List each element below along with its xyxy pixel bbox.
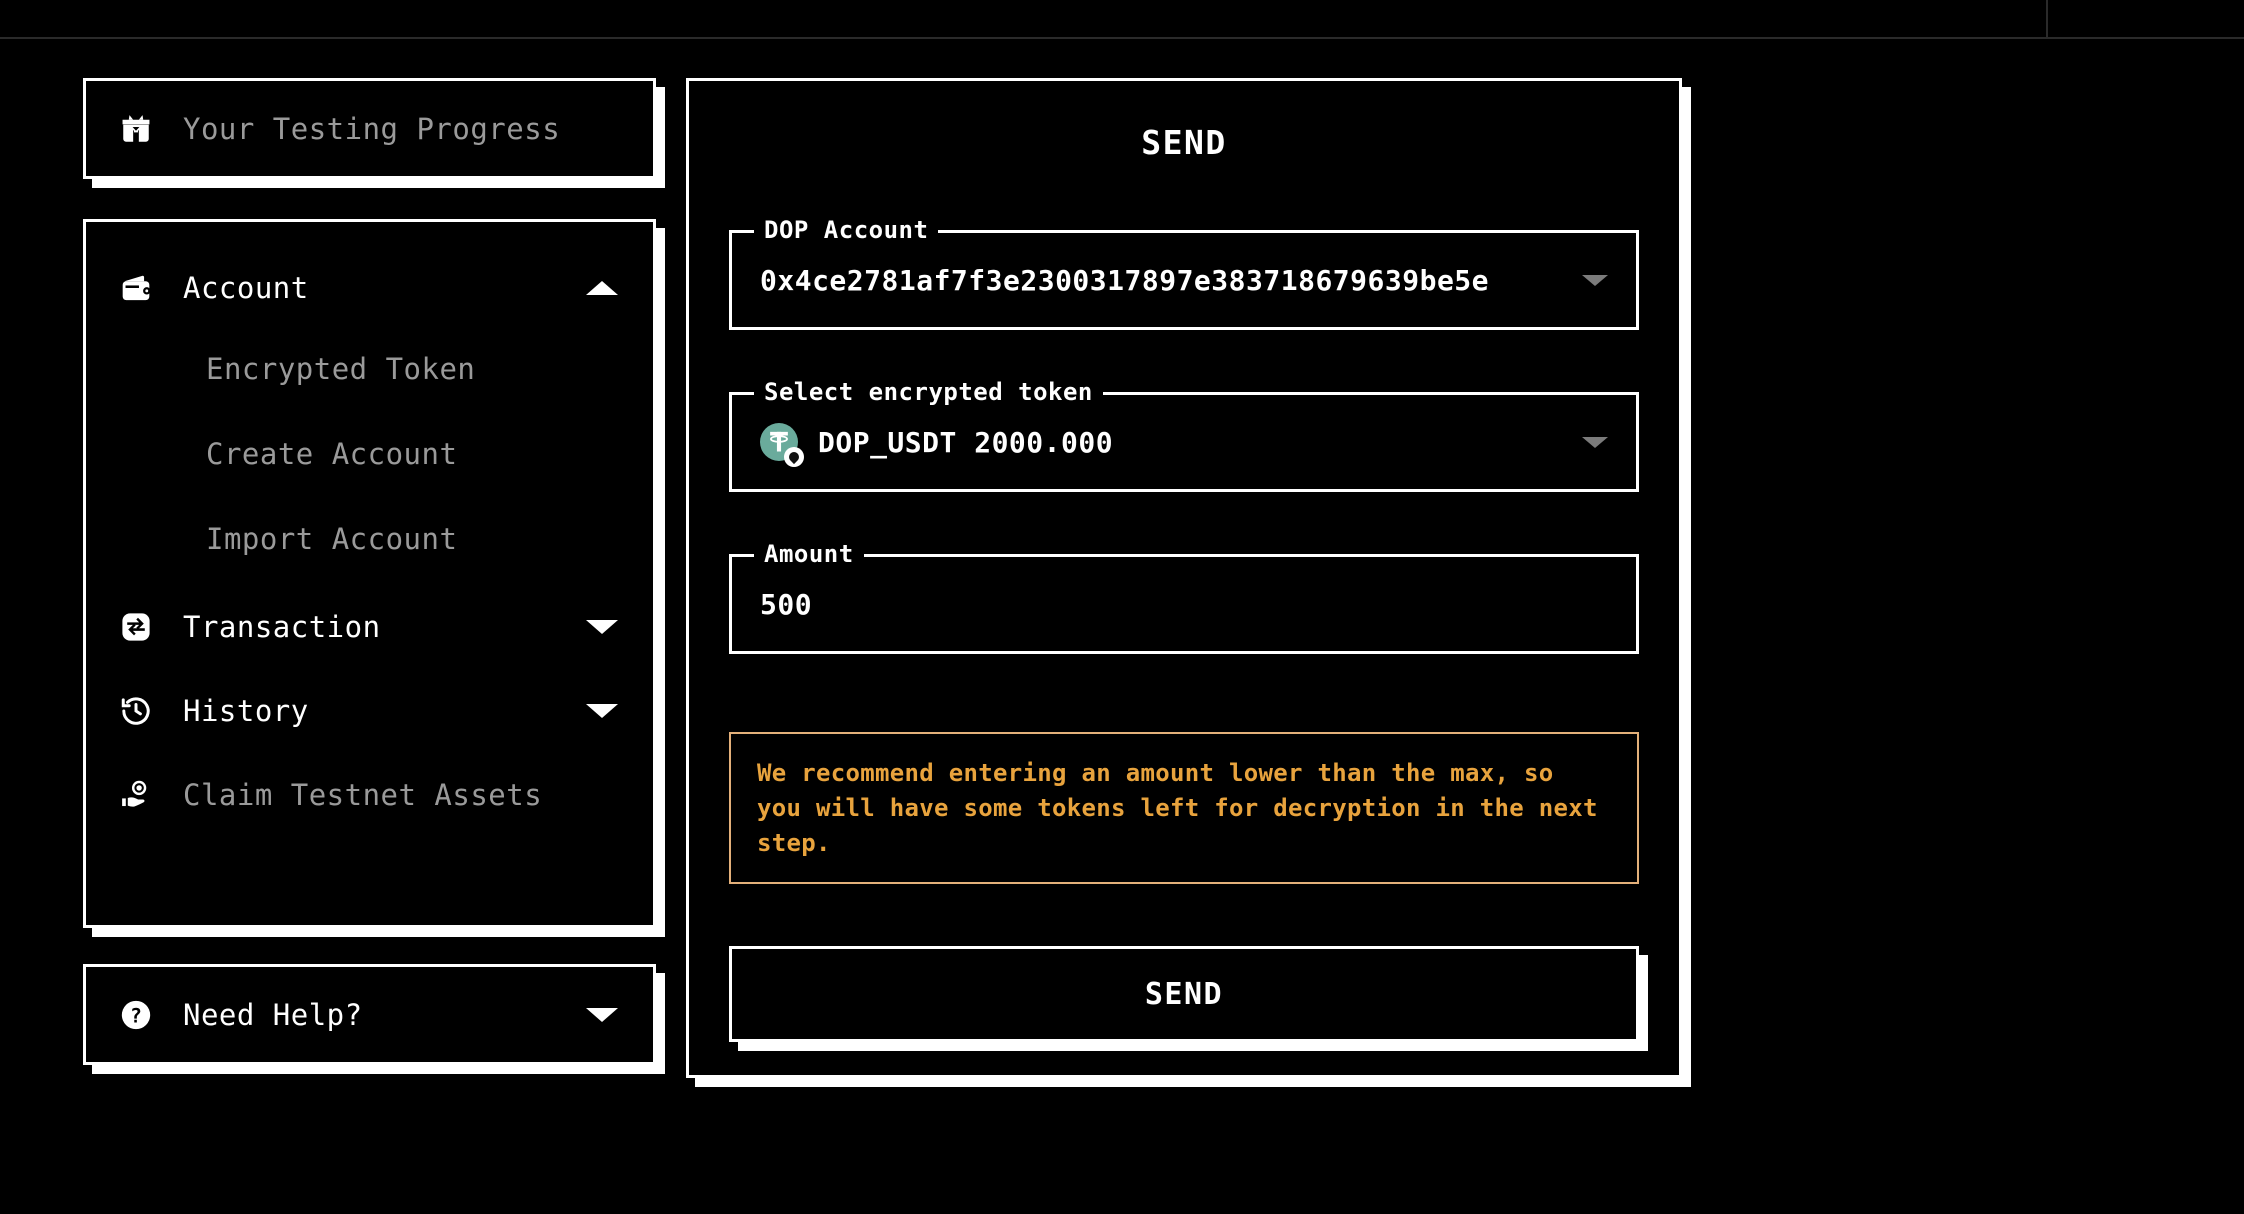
send-button[interactable]: SEND [729, 946, 1639, 1043]
svg-text:?: ? [130, 1004, 142, 1027]
caret-up-icon[interactable] [586, 281, 618, 295]
hand-coin-icon [119, 778, 153, 812]
chevron-down-icon[interactable] [1582, 274, 1608, 286]
caret-down-icon[interactable] [586, 704, 618, 718]
sidebar-item-label: Account [183, 271, 309, 305]
chevron-down-icon[interactable] [1582, 436, 1608, 448]
sidebar-item-encrypted-token[interactable]: Encrypted Token [86, 326, 653, 411]
sidebar-item-label: Need Help? [183, 997, 363, 1032]
page-title: SEND [1141, 123, 1227, 162]
dop-account-legend: DOP Account [754, 216, 939, 244]
wallet-icon [119, 271, 153, 305]
token-network-badge [784, 447, 804, 467]
tether-usdt-icon [760, 423, 804, 467]
sidebar-item-testing-progress[interactable]: Your Testing Progress [83, 78, 656, 179]
sidebar-item-import-account[interactable]: Import Account [86, 496, 653, 581]
caret-down-icon[interactable] [586, 620, 618, 634]
sidebar-subitem-label: Import Account [206, 521, 458, 556]
swap-icon [119, 610, 153, 644]
recommendation-warning: We recommend entering an amount lower th… [729, 732, 1639, 885]
sidebar-item-claim-testnet-assets[interactable]: Claim Testnet Assets [86, 757, 653, 833]
sidebar-item-label: History [183, 694, 309, 728]
browser-top-bar [0, 0, 2244, 39]
amount-input[interactable]: Amount 500 [729, 540, 1639, 654]
clock-history-icon [119, 694, 153, 728]
send-panel: SEND DOP Account 0x4ce2781af7f3e23003178… [686, 78, 1682, 1078]
topbar-divider [2046, 0, 2048, 39]
sidebar-item-history[interactable]: History [86, 673, 653, 749]
gift-box-icon [119, 112, 153, 146]
sidebar-nav: Account Encrypted Token Create Account I… [83, 219, 656, 928]
caret-down-icon[interactable] [586, 1007, 618, 1022]
sidebar-item-label: Claim Testnet Assets [183, 778, 543, 812]
sidebar-item-label: Transaction [183, 610, 381, 644]
dop-account-select[interactable]: DOP Account 0x4ce2781af7f3e2300317897e38… [729, 216, 1639, 330]
sidebar-subitem-label: Encrypted Token [206, 351, 476, 386]
sidebar-item-need-help[interactable]: ? Need Help? [83, 964, 656, 1065]
question-circle-icon: ? [119, 998, 153, 1032]
sidebar-item-transaction[interactable]: Transaction [86, 589, 653, 665]
amount-legend: Amount [754, 540, 864, 568]
encrypted-token-select[interactable]: Select encrypted token DOP_USDT 2000.000 [729, 378, 1639, 492]
app-root: Your Testing Progress Account Encrypted … [0, 39, 2244, 1214]
dop-account-value: 0x4ce2781af7f3e2300317897e383718679639be… [760, 263, 1490, 297]
amount-value: 500 [760, 587, 813, 621]
sidebar-item-account[interactable]: Account [86, 250, 653, 326]
sidebar-item-create-account[interactable]: Create Account [86, 411, 653, 496]
encrypted-token-value: DOP_USDT 2000.000 [818, 425, 1114, 459]
sidebar-item-label: Your Testing Progress [183, 111, 561, 146]
encrypted-token-legend: Select encrypted token [754, 378, 1103, 406]
sidebar-subitem-label: Create Account [206, 436, 458, 471]
